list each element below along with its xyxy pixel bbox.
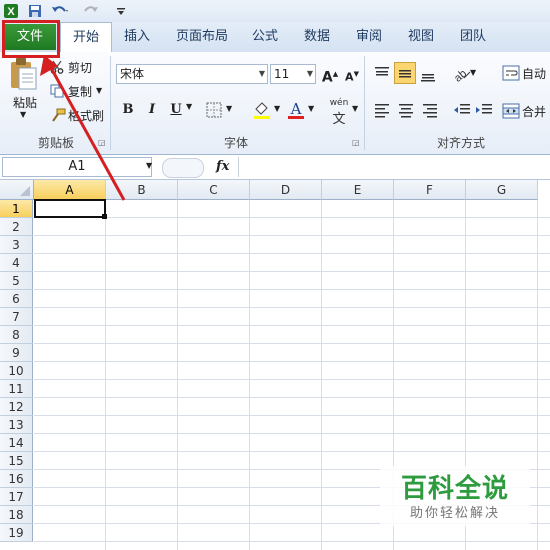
watermark: 百科全说 助你轻松解决 (380, 466, 530, 526)
watermark-title: 百科全说 (400, 474, 509, 504)
watermark-subtitle: 助你轻松解决 (409, 506, 500, 521)
arrow-shaft (48, 65, 126, 201)
